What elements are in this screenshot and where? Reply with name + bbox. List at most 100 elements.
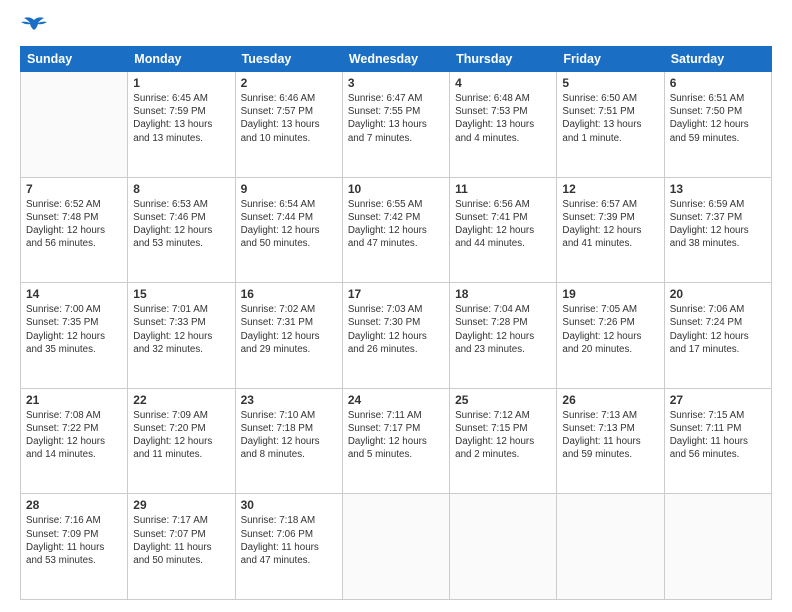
logo [20, 16, 50, 38]
day-info: Sunrise: 7:08 AM Sunset: 7:22 PM Dayligh… [26, 409, 122, 462]
calendar-cell: 7 Sunrise: 6:52 AM Sunset: 7:48 PM Daylig… [21, 177, 128, 283]
day-info: Sunrise: 6:46 AM Sunset: 7:57 PM Dayligh… [241, 92, 337, 145]
calendar-cell: 26Sunrise: 7:13 AM Sunset: 7:13 PM Dayli… [557, 388, 664, 494]
day-number: 30 [241, 498, 337, 512]
calendar-cell: 11 Sunrise: 6:56 AM Sunset: 7:41 PM Dayli… [450, 177, 557, 283]
day-info: Sunrise: 7:06 AM Sunset: 7:24 PM Dayligh… [670, 303, 766, 356]
weekday-header-wednesday: Wednesday [342, 47, 449, 72]
day-number: 9 [241, 182, 337, 196]
day-number: 13 [670, 182, 766, 196]
day-number: 7 [26, 182, 122, 196]
calendar-cell: 4 Sunrise: 6:48 AM Sunset: 7:53 PM Daylig… [450, 72, 557, 178]
logo-bird-icon [20, 16, 48, 38]
day-info: Sunrise: 7:16 AM Sunset: 7:09 PM Dayligh… [26, 514, 122, 567]
calendar-table: SundayMondayTuesdayWednesdayThursdayFrid… [20, 46, 772, 600]
day-number: 21 [26, 393, 122, 407]
day-number: 28 [26, 498, 122, 512]
calendar-cell: 18Sunrise: 7:04 AM Sunset: 7:28 PM Dayli… [450, 283, 557, 389]
calendar-cell: 17 Sunrise: 7:03 AM Sunset: 7:30 PM Dayli… [342, 283, 449, 389]
day-info: Sunrise: 7:03 AM Sunset: 7:30 PM Dayligh… [348, 303, 444, 356]
calendar-cell: 3 Sunrise: 6:47 AM Sunset: 7:55 PM Daylig… [342, 72, 449, 178]
weekday-header-row: SundayMondayTuesdayWednesdayThursdayFrid… [21, 47, 772, 72]
calendar-cell [342, 494, 449, 600]
day-info: Sunrise: 6:53 AM Sunset: 7:46 PM Dayligh… [133, 198, 229, 251]
calendar-cell [557, 494, 664, 600]
day-info: Sunrise: 6:54 AM Sunset: 7:44 PM Dayligh… [241, 198, 337, 251]
day-info: Sunrise: 7:18 AM Sunset: 7:06 PM Dayligh… [241, 514, 337, 567]
calendar-cell [450, 494, 557, 600]
day-info: Sunrise: 7:17 AM Sunset: 7:07 PM Dayligh… [133, 514, 229, 567]
day-info: Sunrise: 6:51 AM Sunset: 7:50 PM Dayligh… [670, 92, 766, 145]
calendar-cell: 14Sunrise: 7:00 AM Sunset: 7:35 PM Dayli… [21, 283, 128, 389]
day-number: 8 [133, 182, 229, 196]
day-number: 23 [241, 393, 337, 407]
weekday-header-monday: Monday [128, 47, 235, 72]
day-info: Sunrise: 6:52 AM Sunset: 7:48 PM Dayligh… [26, 198, 122, 251]
weekday-header-sunday: Sunday [21, 47, 128, 72]
calendar-cell: 22 Sunrise: 7:09 AM Sunset: 7:20 PM Dayli… [128, 388, 235, 494]
week-row-2: 7 Sunrise: 6:52 AM Sunset: 7:48 PM Daylig… [21, 177, 772, 283]
week-row-3: 14Sunrise: 7:00 AM Sunset: 7:35 PM Dayli… [21, 283, 772, 389]
calendar-cell: 23 Sunrise: 7:10 AM Sunset: 7:18 PM Dayli… [235, 388, 342, 494]
weekday-header-tuesday: Tuesday [235, 47, 342, 72]
calendar-cell [21, 72, 128, 178]
day-info: Sunrise: 6:56 AM Sunset: 7:41 PM Dayligh… [455, 198, 551, 251]
day-info: Sunrise: 7:11 AM Sunset: 7:17 PM Dayligh… [348, 409, 444, 462]
week-row-5: 28 Sunrise: 7:16 AM Sunset: 7:09 PM Dayli… [21, 494, 772, 600]
calendar-cell: 10 Sunrise: 6:55 AM Sunset: 7:42 PM Dayli… [342, 177, 449, 283]
day-number: 10 [348, 182, 444, 196]
day-number: 24 [348, 393, 444, 407]
day-info: Sunrise: 7:12 AM Sunset: 7:15 PM Dayligh… [455, 409, 551, 462]
calendar-cell: 8 Sunrise: 6:53 AM Sunset: 7:46 PM Daylig… [128, 177, 235, 283]
calendar-cell: 5Sunrise: 6:50 AM Sunset: 7:51 PM Daylig… [557, 72, 664, 178]
calendar-cell: 30 Sunrise: 7:18 AM Sunset: 7:06 PM Dayli… [235, 494, 342, 600]
day-info: Sunrise: 6:59 AM Sunset: 7:37 PM Dayligh… [670, 198, 766, 251]
week-row-4: 21 Sunrise: 7:08 AM Sunset: 7:22 PM Dayli… [21, 388, 772, 494]
calendar-cell: 21 Sunrise: 7:08 AM Sunset: 7:22 PM Dayli… [21, 388, 128, 494]
calendar-cell: 9 Sunrise: 6:54 AM Sunset: 7:44 PM Daylig… [235, 177, 342, 283]
day-info: Sunrise: 7:05 AM Sunset: 7:26 PM Dayligh… [562, 303, 658, 356]
calendar-cell: 16 Sunrise: 7:02 AM Sunset: 7:31 PM Dayli… [235, 283, 342, 389]
calendar-cell: 24 Sunrise: 7:11 AM Sunset: 7:17 PM Dayli… [342, 388, 449, 494]
day-info: Sunrise: 6:45 AM Sunset: 7:59 PM Dayligh… [133, 92, 229, 145]
calendar-cell: 20 Sunrise: 7:06 AM Sunset: 7:24 PM Dayli… [664, 283, 771, 389]
day-number: 25 [455, 393, 551, 407]
calendar-cell: 29 Sunrise: 7:17 AM Sunset: 7:07 PM Dayli… [128, 494, 235, 600]
day-info: Sunrise: 7:04 AM Sunset: 7:28 PM Dayligh… [455, 303, 551, 356]
day-number: 19 [562, 287, 658, 301]
day-number: 11 [455, 182, 551, 196]
day-info: Sunrise: 7:15 AM Sunset: 7:11 PM Dayligh… [670, 409, 766, 462]
day-info: Sunrise: 7:10 AM Sunset: 7:18 PM Dayligh… [241, 409, 337, 462]
calendar-cell: 6Sunrise: 6:51 AM Sunset: 7:50 PM Daylig… [664, 72, 771, 178]
day-number: 22 [133, 393, 229, 407]
day-info: Sunrise: 6:57 AM Sunset: 7:39 PM Dayligh… [562, 198, 658, 251]
day-number: 17 [348, 287, 444, 301]
day-info: Sunrise: 7:02 AM Sunset: 7:31 PM Dayligh… [241, 303, 337, 356]
day-number: 27 [670, 393, 766, 407]
day-info: Sunrise: 6:55 AM Sunset: 7:42 PM Dayligh… [348, 198, 444, 251]
day-info: Sunrise: 7:01 AM Sunset: 7:33 PM Dayligh… [133, 303, 229, 356]
week-row-1: 1 Sunrise: 6:45 AM Sunset: 7:59 PM Daylig… [21, 72, 772, 178]
day-info: Sunrise: 6:48 AM Sunset: 7:53 PM Dayligh… [455, 92, 551, 145]
day-number: 20 [670, 287, 766, 301]
day-info: Sunrise: 7:00 AM Sunset: 7:35 PM Dayligh… [26, 303, 122, 356]
day-number: 29 [133, 498, 229, 512]
weekday-header-thursday: Thursday [450, 47, 557, 72]
day-number: 3 [348, 76, 444, 90]
calendar-cell: 25 Sunrise: 7:12 AM Sunset: 7:15 PM Dayli… [450, 388, 557, 494]
calendar-cell: 1 Sunrise: 6:45 AM Sunset: 7:59 PM Daylig… [128, 72, 235, 178]
day-number: 26 [562, 393, 658, 407]
calendar-cell: 2 Sunrise: 6:46 AM Sunset: 7:57 PM Daylig… [235, 72, 342, 178]
day-number: 2 [241, 76, 337, 90]
weekday-header-friday: Friday [557, 47, 664, 72]
header [20, 16, 772, 38]
day-info: Sunrise: 7:09 AM Sunset: 7:20 PM Dayligh… [133, 409, 229, 462]
calendar-cell: 13 Sunrise: 6:59 AM Sunset: 7:37 PM Dayli… [664, 177, 771, 283]
day-number: 16 [241, 287, 337, 301]
calendar-cell: 15Sunrise: 7:01 AM Sunset: 7:33 PM Dayli… [128, 283, 235, 389]
calendar-cell: 28 Sunrise: 7:16 AM Sunset: 7:09 PM Dayli… [21, 494, 128, 600]
day-number: 1 [133, 76, 229, 90]
day-number: 4 [455, 76, 551, 90]
weekday-header-saturday: Saturday [664, 47, 771, 72]
day-info: Sunrise: 6:47 AM Sunset: 7:55 PM Dayligh… [348, 92, 444, 145]
